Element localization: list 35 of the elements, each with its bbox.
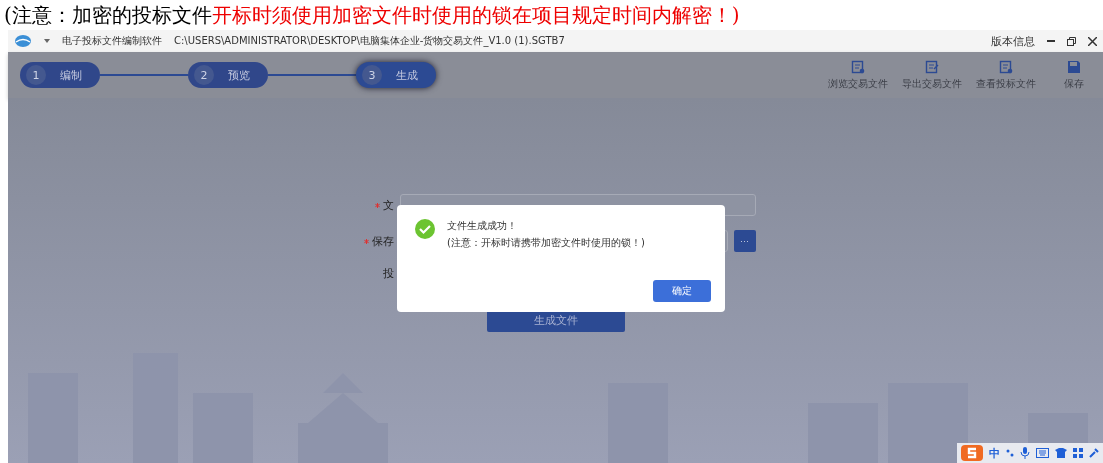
document-icon (851, 59, 865, 74)
restore-icon[interactable] (1067, 36, 1076, 46)
microphone-icon[interactable] (1020, 447, 1030, 459)
wrench-icon[interactable] (1089, 448, 1099, 458)
ime-mode-toggle[interactable]: 中 (989, 445, 1000, 461)
app-logo-icon (14, 34, 32, 48)
notice-caption: (注意：加密的投标文件开标时须使用加密文件时使用的锁在项目规定时间内解密！) (3, 2, 741, 29)
ok-button[interactable]: 确定 (653, 280, 711, 302)
shirt-icon[interactable] (1055, 448, 1067, 458)
app-name: 电子投标文件编制软件 (62, 34, 162, 48)
toolbar-button[interactable]: 查看投标文件 (969, 59, 1043, 91)
browse-button[interactable]: ··· (733, 230, 756, 252)
toolbar-button[interactable]: 导出交易文件 (895, 59, 969, 91)
field-label: 保存 (371, 233, 394, 249)
step-tab[interactable]: 2 预览 (188, 62, 268, 88)
save-icon (1067, 59, 1081, 74)
toolbar-button[interactable]: 保存 (1057, 59, 1091, 91)
punctuation-icon[interactable] (1006, 448, 1014, 458)
ime-logo-icon[interactable] (961, 445, 983, 461)
close-icon[interactable] (1088, 36, 1097, 46)
field-label: 投 (382, 266, 394, 281)
field-label: 文 (382, 197, 394, 213)
dialog-note: (注意：开标时请携带加密文件时使用的锁！) (447, 236, 645, 250)
version-info-link[interactable]: 版本信息 (991, 33, 1035, 49)
toolbar-button[interactable]: 浏览交易文件 (821, 59, 895, 91)
document-icon (999, 59, 1013, 74)
file-path: C:\USERS\ADMINISTRATOR\DESKTOP\电脑集体企业-货物交易文件_V1.0 (1).SGTB7 (174, 34, 565, 48)
dialog-title: 文件生成成功！ (447, 219, 518, 233)
success-check-icon (415, 219, 435, 239)
caret-icon[interactable] (44, 39, 50, 43)
document-icon (925, 59, 939, 74)
keyboard-icon[interactable] (1036, 448, 1049, 458)
step-tab[interactable]: 1 编制 (20, 62, 100, 88)
step-tab[interactable]: 3 生成 (356, 62, 436, 88)
grid-icon[interactable] (1073, 448, 1083, 458)
